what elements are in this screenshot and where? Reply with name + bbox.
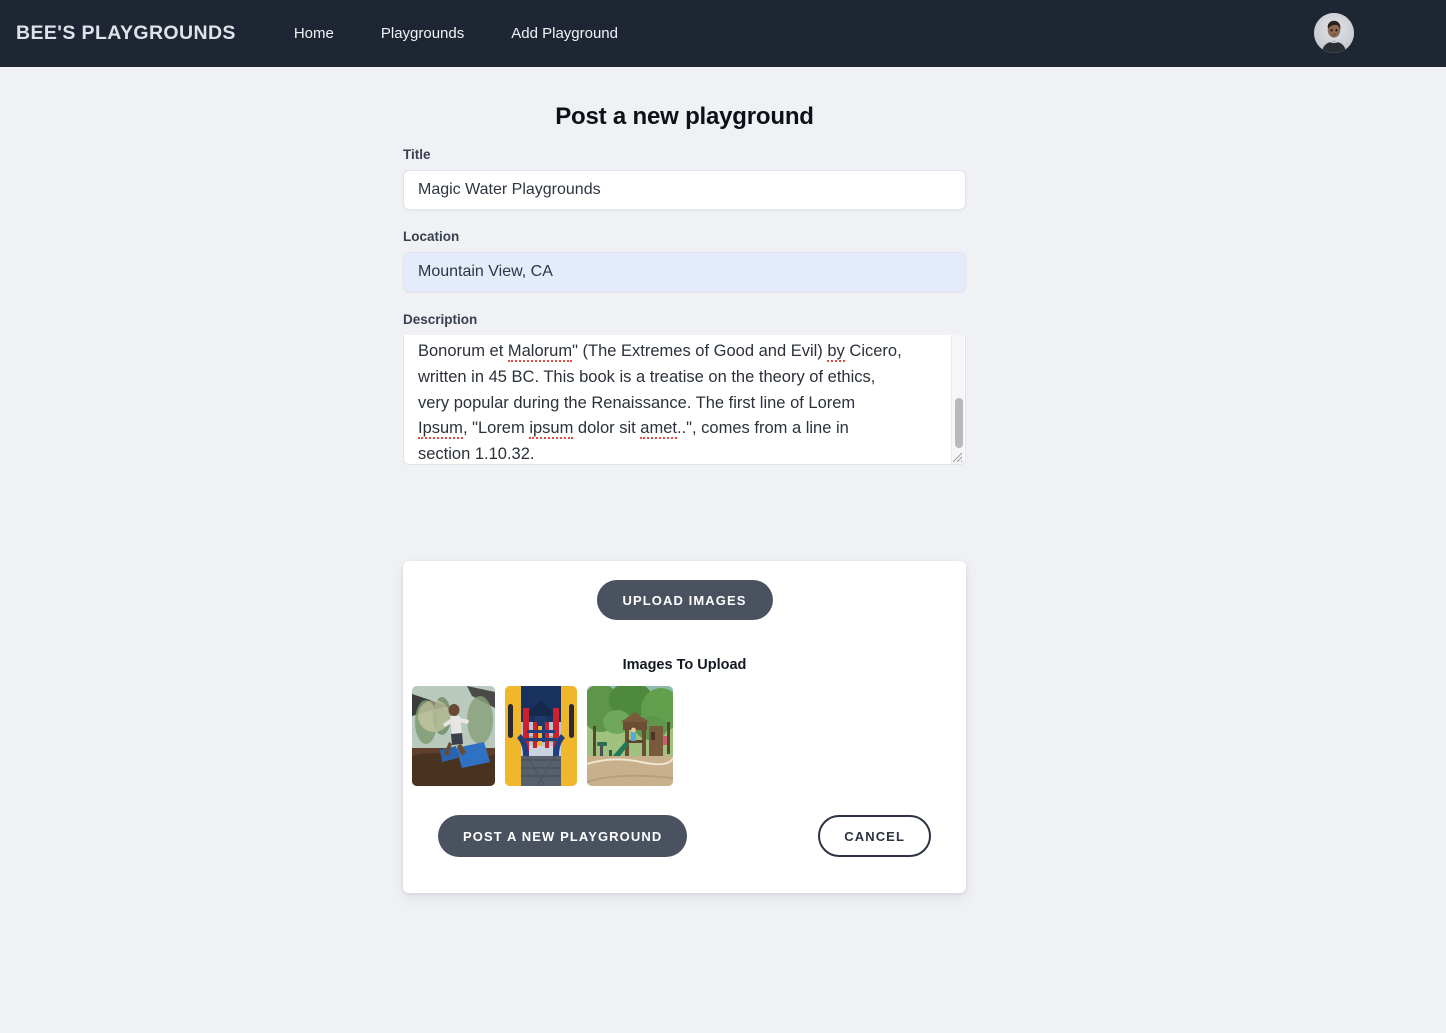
field-title: Title bbox=[403, 147, 966, 210]
field-description: Description Bonorum et Malorum" (The Ext… bbox=[403, 312, 966, 465]
desc-misspelled-malorum: Malorum bbox=[507, 342, 573, 362]
nav-links: Home Playgrounds Add Playground bbox=[294, 25, 665, 42]
title-input[interactable] bbox=[403, 170, 966, 210]
playground-yellow-red-structure-image bbox=[505, 686, 577, 786]
description-textarea-text: Bonorum et Malorum" (The Extremes of Goo… bbox=[418, 339, 934, 464]
upload-card: UPLOAD IMAGES Images To Upload POST A NE… bbox=[403, 561, 966, 893]
desc-seg-4: , "Lorem bbox=[462, 419, 530, 438]
upload-images-button[interactable]: UPLOAD IMAGES bbox=[596, 580, 773, 620]
location-label: Location bbox=[403, 229, 460, 244]
desc-line-3: very popular during the Renaissance. The… bbox=[418, 393, 856, 412]
images-to-upload-heading: Images To Upload bbox=[622, 657, 747, 673]
desc-seg-5: dolor sit bbox=[573, 419, 641, 438]
cancel-button[interactable]: CANCEL bbox=[818, 815, 931, 857]
playground-child-running-image bbox=[412, 686, 495, 786]
desc-line-2: written in 45 BC. This book is a treatis… bbox=[418, 367, 876, 386]
nav-link-home[interactable]: Home bbox=[294, 25, 334, 42]
nav-link-add-playground[interactable]: Add Playground bbox=[511, 25, 618, 42]
resize-grip-icon[interactable] bbox=[949, 449, 963, 463]
desc-seg-6: ..", comes from a line in bbox=[676, 419, 849, 438]
desc-misspelled-amet: amet bbox=[640, 419, 677, 440]
playground-form: Post a new playground Title Location Des… bbox=[403, 103, 966, 474]
description-scrollbar-thumb[interactable] bbox=[955, 398, 963, 448]
desc-misspelled-ipsum-2: ipsum bbox=[529, 419, 574, 440]
playground-wooden-structure-park-image bbox=[587, 686, 673, 786]
user-avatar-photo-icon bbox=[1314, 13, 1354, 53]
playground-child-running-thumbnail[interactable] bbox=[412, 686, 495, 786]
playground-yellow-red-structure-thumbnail[interactable] bbox=[505, 686, 577, 786]
desc-misspelled-by: by bbox=[827, 342, 845, 362]
description-textarea[interactable]: Bonorum et Malorum" (The Extremes of Goo… bbox=[403, 335, 966, 465]
image-thumbnail-list bbox=[412, 686, 673, 786]
title-label: Title bbox=[403, 147, 431, 162]
field-location: Location bbox=[403, 229, 966, 292]
location-input[interactable] bbox=[403, 252, 966, 292]
user-avatar[interactable] bbox=[1314, 13, 1354, 53]
site-brand-logo[interactable]: BEE'S PLAYGROUNDS bbox=[16, 22, 236, 45]
page-title: Post a new playground bbox=[555, 103, 814, 130]
desc-misspelled-ipsum-1: Ipsum bbox=[418, 419, 463, 440]
top-navbar: BEE'S PLAYGROUNDS Home Playgrounds Add P… bbox=[0, 0, 1446, 67]
nav-link-playgrounds[interactable]: Playgrounds bbox=[381, 25, 464, 42]
playground-wooden-structure-park-thumbnail[interactable] bbox=[587, 686, 673, 786]
description-scrollbar[interactable] bbox=[951, 335, 964, 464]
desc-seg-3: Cicero, bbox=[844, 342, 902, 360]
card-action-buttons: POST A NEW PLAYGROUND CANCEL bbox=[403, 815, 966, 859]
desc-line-5: section 1.10.32. bbox=[418, 445, 535, 464]
desc-seg-2: " (The Extremes of Good and Evil) bbox=[572, 342, 828, 360]
desc-seg-1: Bonorum et bbox=[418, 342, 508, 360]
description-label: Description bbox=[403, 312, 478, 327]
post-a-new-playground-button[interactable]: POST A NEW PLAYGROUND bbox=[438, 815, 688, 857]
